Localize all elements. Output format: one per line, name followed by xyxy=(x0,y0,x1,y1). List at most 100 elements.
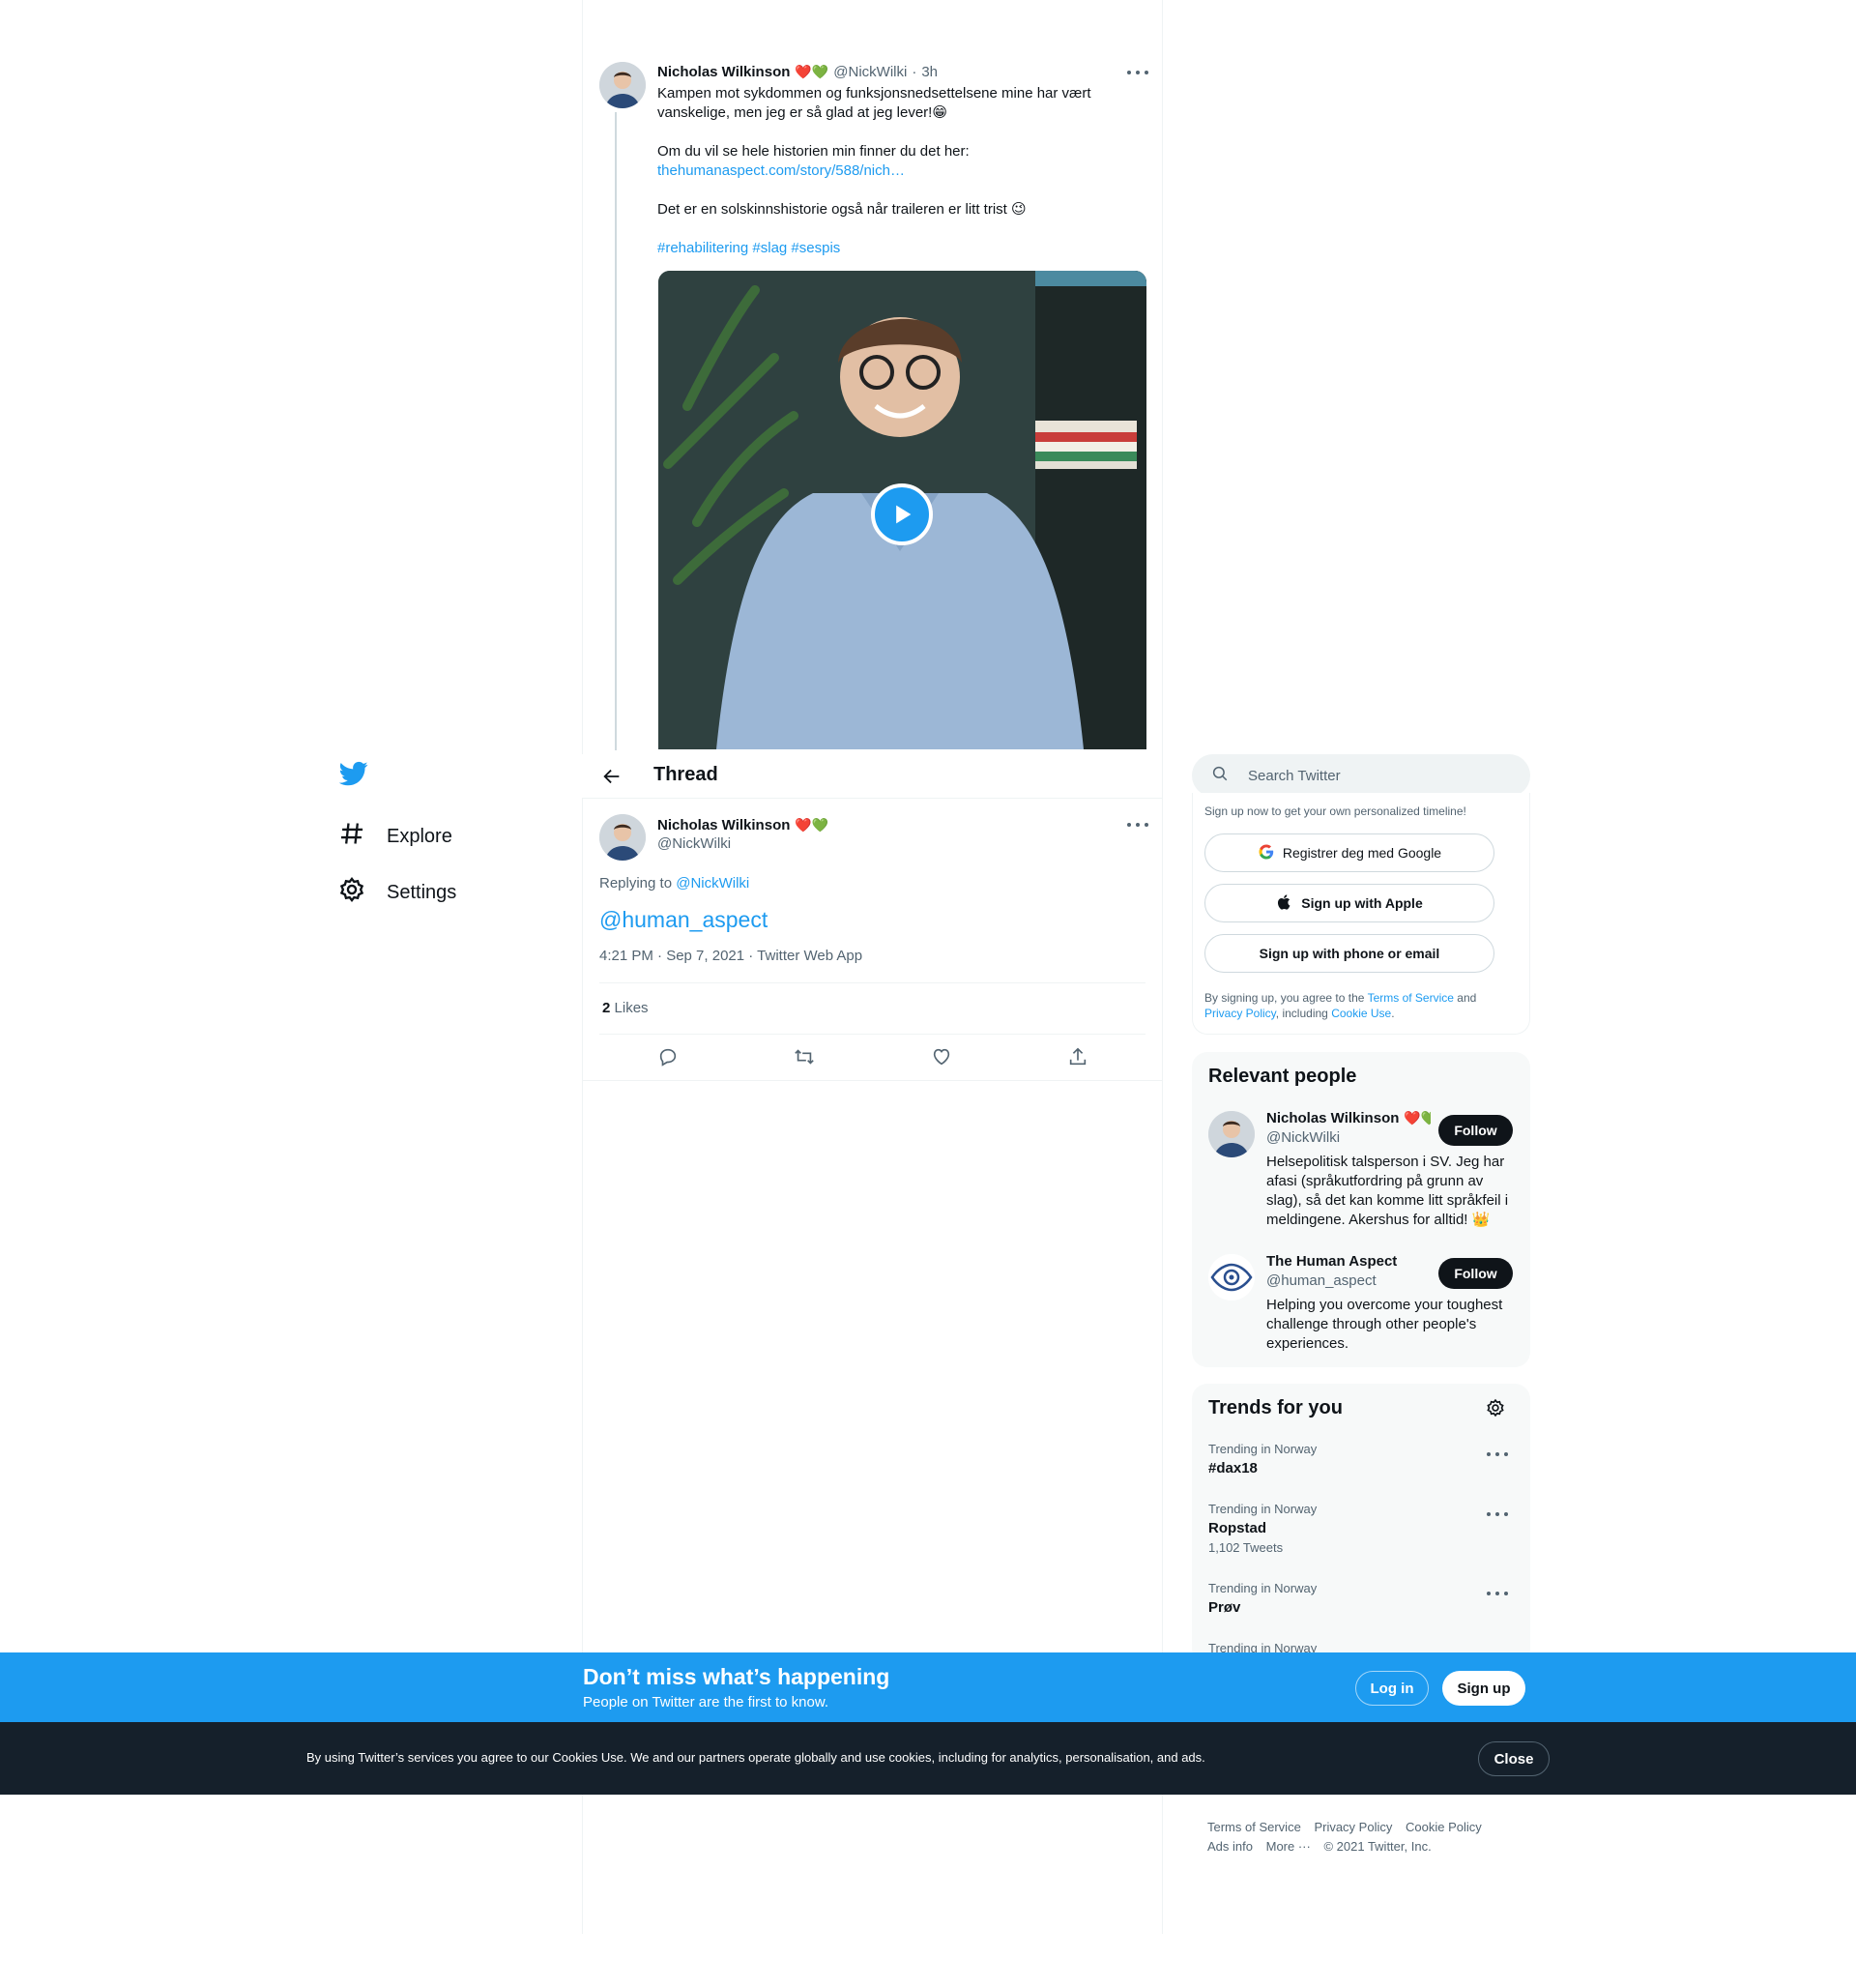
trend-item[interactable]: Trending in Norway Prøv xyxy=(1208,1581,1317,1616)
terms-link[interactable]: Terms of Service xyxy=(1368,991,1454,1005)
replying-prefix: Replying to xyxy=(599,875,673,892)
more-icon[interactable] xyxy=(1487,1590,1508,1597)
author-handle[interactable]: @NickWilki xyxy=(833,64,907,80)
likes-count: 2 xyxy=(602,1000,611,1016)
footer-more[interactable]: More ··· xyxy=(1266,1839,1311,1854)
follow-button[interactable]: Follow xyxy=(1438,1258,1513,1289)
privacy-link[interactable]: Privacy Policy xyxy=(1204,1007,1276,1020)
google-signup-label: Registrer deg med Google xyxy=(1282,845,1442,861)
terms-period: . xyxy=(1391,1007,1395,1020)
bio-line: meldingene. Akershus for alltid! 👑 xyxy=(1266,1212,1491,1228)
share-icon[interactable] xyxy=(1067,1046,1088,1067)
divider xyxy=(582,1080,1162,1081)
author-name[interactable]: Nicholas Wilkinson xyxy=(657,817,790,833)
tweet-time[interactable]: 3h xyxy=(921,64,938,80)
terms-prefix: By signing up, you agree to the xyxy=(1204,991,1365,1005)
avatar[interactable] xyxy=(599,814,646,861)
signup-button[interactable]: Sign up xyxy=(1442,1671,1525,1706)
person-name-row[interactable]: Nicholas Wilkinson ❤️💚 xyxy=(1266,1110,1431,1126)
more-icon[interactable] xyxy=(1127,69,1148,76)
avatar[interactable] xyxy=(1208,1111,1255,1157)
video-player[interactable] xyxy=(658,271,1146,749)
author-name[interactable]: Nicholas Wilkinson xyxy=(657,64,790,80)
nav-settings-label: Settings xyxy=(387,881,457,903)
footer-copyright: © 2021 Twitter, Inc. xyxy=(1323,1839,1432,1854)
replying-handle[interactable]: @NickWilki xyxy=(676,875,749,892)
tweet-line: Om du vil se hele historien min finner d… xyxy=(657,143,970,160)
bio-line: Helsepolitisk talsperson i SV. Jeg har xyxy=(1266,1154,1505,1170)
cookie-text: By using Twitter’s services you agree to… xyxy=(306,1750,1205,1765)
eye-logo-avatar[interactable] xyxy=(1208,1254,1255,1301)
section-title: Trends for you xyxy=(1208,1397,1343,1418)
google-signup-button[interactable]: Registrer deg med Google xyxy=(1204,833,1494,872)
like-icon[interactable] xyxy=(931,1046,952,1067)
follow-button[interactable]: Follow xyxy=(1438,1115,1513,1146)
person-handle[interactable]: @NickWilki xyxy=(1266,1129,1340,1146)
login-button[interactable]: Log in xyxy=(1355,1671,1429,1706)
search-input[interactable]: Search Twitter xyxy=(1248,768,1341,784)
person-name[interactable]: The Human Aspect xyxy=(1266,1253,1397,1270)
banner-subtext: People on Twitter are the first to know. xyxy=(583,1694,829,1710)
trend-item[interactable]: Trending in Norway Ropstad 1,102 Tweets xyxy=(1208,1502,1317,1555)
bio-line: afasi (språkutfordring på grunn av xyxy=(1266,1173,1484,1189)
bio-line: challenge through other people's xyxy=(1266,1316,1477,1332)
terms-notice: By signing up, you agree to the Terms of… xyxy=(1204,990,1514,1021)
terms-and: and xyxy=(1457,991,1477,1005)
trend-name: Prøv xyxy=(1208,1599,1241,1616)
gear-icon[interactable] xyxy=(1486,1398,1505,1422)
back-arrow-icon[interactable] xyxy=(601,766,623,792)
divider xyxy=(599,982,1146,983)
replying-to: Replying to @NickWilki xyxy=(599,875,749,892)
search-icon xyxy=(1211,765,1229,786)
author-handle[interactable]: @NickWilki xyxy=(657,835,731,852)
footer-ads[interactable]: Ads info xyxy=(1207,1839,1253,1854)
trend-count: 1,102 Tweets xyxy=(1208,1540,1284,1555)
mention-link[interactable]: @human_aspect xyxy=(599,907,768,933)
trend-item[interactable]: Trending in Norway #dax18 xyxy=(1208,1442,1317,1476)
play-icon[interactable] xyxy=(871,483,933,545)
nav-explore[interactable]: Explore xyxy=(338,820,452,853)
search-bar[interactable]: Search Twitter xyxy=(1192,754,1530,797)
signup-card: Sign up now to get your own personalized… xyxy=(1192,793,1530,1035)
story-link[interactable]: thehumanaspect.com/story/588/nich… xyxy=(657,161,1141,181)
tweet-author[interactable]: Nicholas Wilkinson ❤️💚 xyxy=(657,817,828,833)
separator-dot: · xyxy=(912,64,917,80)
column-divider-left xyxy=(582,0,583,1934)
more-icon[interactable] xyxy=(1127,821,1148,829)
page-title: Thread xyxy=(653,764,718,785)
nav-settings[interactable]: Settings xyxy=(338,876,456,909)
author-emoji: ❤️💚 xyxy=(795,817,829,833)
bio-line: slag), så det kan komme litt språkfeil i xyxy=(1266,1192,1509,1209)
phone-signup-label: Sign up with phone or email xyxy=(1259,946,1440,961)
avatar[interactable] xyxy=(599,62,646,108)
google-icon xyxy=(1258,843,1275,863)
trend-name: Ropstad xyxy=(1208,1520,1266,1536)
tweet-line: vanskelige, men jeg er så glad at jeg le… xyxy=(657,104,947,121)
twitter-logo-icon[interactable] xyxy=(338,759,368,788)
footer-terms[interactable]: Terms of Service xyxy=(1207,1820,1301,1834)
footer-links: Terms of Service Privacy Policy Cookie P… xyxy=(1207,1818,1517,1856)
reply-icon[interactable] xyxy=(657,1046,679,1067)
footer-privacy[interactable]: Privacy Policy xyxy=(1314,1820,1392,1834)
apple-signup-button[interactable]: Sign up with Apple xyxy=(1204,884,1494,922)
close-button[interactable]: Close xyxy=(1478,1741,1550,1776)
section-title: Relevant people xyxy=(1208,1066,1357,1087)
more-icon[interactable] xyxy=(1487,1510,1508,1518)
cookie-link[interactable]: Cookie Use xyxy=(1331,1007,1391,1020)
retweet-icon[interactable] xyxy=(794,1046,815,1067)
person-bio: Helping you overcome your toughest chall… xyxy=(1266,1296,1520,1354)
bio-line: experiences. xyxy=(1266,1335,1349,1352)
likes-stat[interactable]: 2 Likes xyxy=(602,1000,649,1016)
signup-prompt: Sign up now to get your own personalized… xyxy=(1204,804,1466,818)
person-handle[interactable]: @human_aspect xyxy=(1266,1272,1377,1289)
column-divider-right xyxy=(1162,0,1163,1934)
phone-signup-button[interactable]: Sign up with phone or email xyxy=(1204,934,1494,973)
hashtags[interactable]: #rehabilitering #slag #sespis xyxy=(657,239,1141,258)
cookie-banner: By using Twitter’s services you agree to… xyxy=(0,1722,1856,1795)
banner-headline: Don’t miss what’s happening xyxy=(583,1664,890,1689)
person-name[interactable]: Nicholas Wilkinson xyxy=(1266,1110,1399,1126)
trend-name: #dax18 xyxy=(1208,1460,1258,1476)
more-icon[interactable] xyxy=(1487,1450,1508,1458)
footer-cookie[interactable]: Cookie Policy xyxy=(1406,1820,1482,1834)
tweet-timestamp[interactable]: 4:21 PM · Sep 7, 2021 · Twitter Web App xyxy=(599,948,862,964)
